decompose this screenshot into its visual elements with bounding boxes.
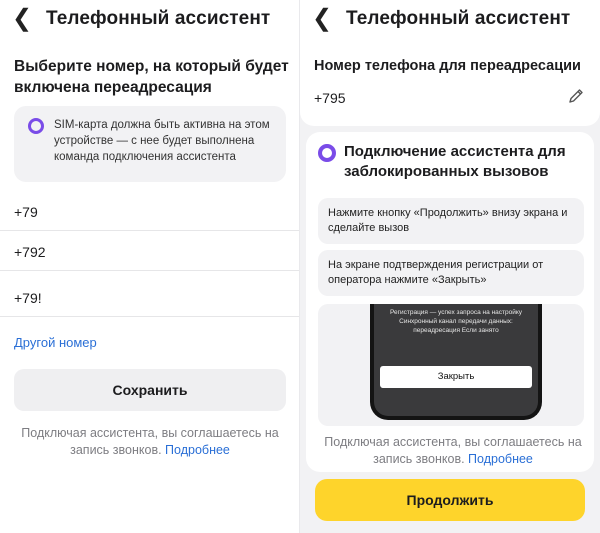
- phone-number-option-3[interactable]: +79!: [0, 278, 300, 317]
- forwarding-number-value: +795: [314, 90, 346, 106]
- sim-info-text: SIM-карта должна быть активна на этом ус…: [54, 119, 270, 163]
- save-button[interactable]: Сохранить: [14, 369, 286, 411]
- consent-text: Подключая ассистента, вы соглашаетесь на…: [21, 426, 279, 457]
- consent-more-link[interactable]: Подробнее: [468, 452, 533, 466]
- consent-text: Подключая ассистента, вы соглашаетесь на…: [324, 435, 582, 466]
- page-title: Телефонный ассистент: [346, 8, 571, 29]
- blocked-calls-card: Подключение ассистента для заблокированн…: [306, 132, 594, 472]
- blocked-calls-setup-screen: ❮ Телефонный ассистент Номер телефона дл…: [300, 0, 600, 533]
- phone-mockup: Регистрация — успех запроса на настройку…: [370, 304, 542, 420]
- pencil-icon[interactable]: [568, 88, 584, 104]
- alice-ring-icon: [318, 144, 336, 162]
- phone-number-option-1[interactable]: +79: [0, 192, 300, 231]
- alice-ring-icon: [28, 118, 44, 134]
- phone-number-option-2[interactable]: +792: [0, 232, 300, 271]
- phone-number-text: +79: [14, 204, 38, 220]
- sim-info-card: SIM-карта должна быть активна на этом ус…: [14, 106, 286, 182]
- right-header: ❮ Телефонный ассистент: [300, 0, 600, 40]
- continue-button[interactable]: Продолжить: [315, 479, 585, 521]
- back-chevron-icon[interactable]: ❮: [310, 6, 334, 32]
- phone-number-text: +79!: [14, 290, 42, 306]
- other-number-link[interactable]: Другой номер: [14, 335, 97, 350]
- operator-message-text: Регистрация — успех запроса на настройку…: [389, 309, 523, 334]
- phone-number-text: +792: [14, 244, 46, 260]
- back-chevron-icon[interactable]: ❮: [10, 6, 34, 32]
- illustration-close-button: Закрыть: [380, 366, 532, 388]
- instruction-step-2: На экране подтверждения регистрации от о…: [318, 250, 584, 296]
- forwarding-number-section: ❮ Телефонный ассистент Номер телефона дл…: [300, 0, 600, 126]
- select-number-heading: Выберите номер, на который будет включен…: [14, 58, 289, 96]
- number-selection-screen: ❮ Телефонный ассистент Выберите номер, н…: [0, 0, 300, 533]
- forwarding-number-label: Номер телефона для переадресации: [314, 58, 581, 74]
- left-header: ❮ Телефонный ассистент: [0, 0, 300, 40]
- consent-note: Подключая ассистента, вы соглашаетесь на…: [318, 434, 588, 468]
- instruction-step-1: Нажмите кнопку «Продолжить» внизу экрана…: [318, 198, 584, 244]
- page-title: Телефонный ассистент: [46, 8, 271, 29]
- phone-illustration: Регистрация — успех запроса на настройку…: [318, 304, 584, 426]
- consent-more-link[interactable]: Подробнее: [165, 443, 230, 457]
- card-title: Подключение ассистента для заблокированн…: [344, 143, 566, 180]
- consent-note: Подключая ассистента, вы соглашаетесь на…: [12, 425, 288, 459]
